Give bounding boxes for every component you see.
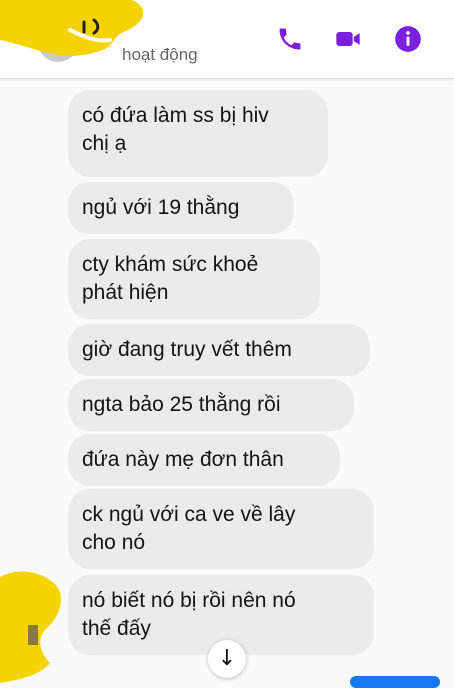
message-bubble: ngta bảo 25 thằng rồi — [68, 379, 354, 431]
message-bubble: đứa này mẹ đơn thân — [68, 434, 340, 486]
message-bubble: ck ngủ với ca ve về lây cho nó — [68, 489, 374, 569]
phone-icon[interactable] — [276, 25, 304, 53]
info-icon[interactable] — [394, 25, 422, 53]
message-bubble: có đứa làm ss bị hiv chị ạ — [68, 90, 328, 177]
chat-header: hoạt động — [0, 0, 454, 79]
contact-status: hoạt động — [122, 45, 198, 64]
yellow-redaction-scribble-bottom — [0, 571, 61, 683]
scroll-to-bottom-button[interactable]: ↓ — [208, 640, 246, 678]
yellow-redaction-scribble-top — [0, 0, 144, 56]
contact-avatar[interactable] — [38, 22, 78, 62]
arrow-down-icon: ↓ — [217, 646, 237, 671]
message-bubble: giờ đang truy vết thêm — [68, 324, 370, 376]
message-thread: có đứa làm ss bị hiv chị ạ ngủ với 19 th… — [0, 79, 454, 683]
send-button-edge[interactable] — [350, 676, 440, 688]
video-call-icon[interactable] — [334, 25, 362, 53]
message-bubble: ngủ với 19 thằng — [68, 182, 294, 234]
message-bubble: cty khám sức khoẻ phát hiện — [68, 239, 320, 319]
